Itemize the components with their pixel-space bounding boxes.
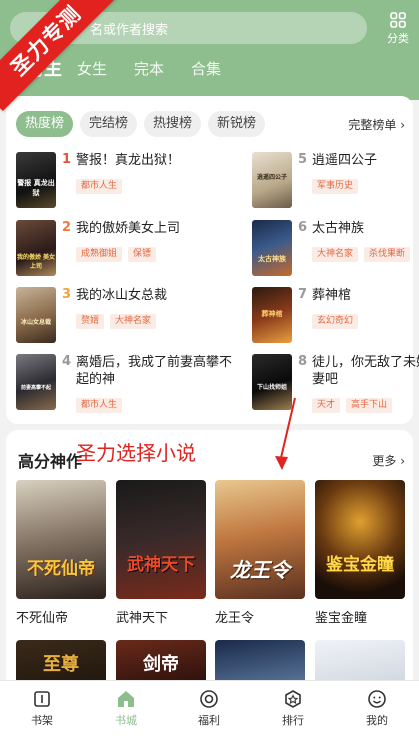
annotation-arrow	[275, 397, 296, 470]
